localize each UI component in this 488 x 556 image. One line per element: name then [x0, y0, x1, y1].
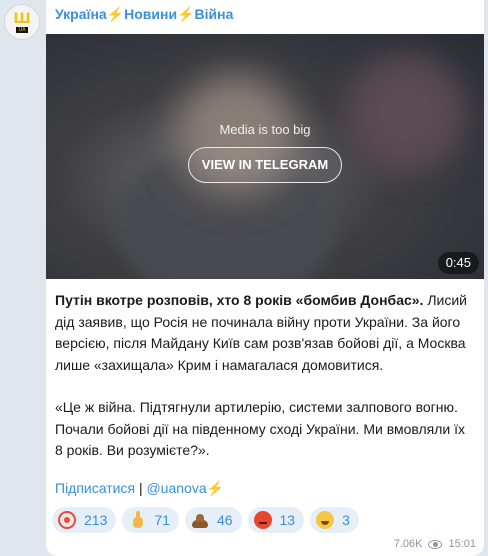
view-in-telegram-button[interactable]: VIEW IN TELEGRAM — [188, 147, 342, 183]
reaction-angry[interactable]: 13 — [247, 507, 305, 533]
reaction-middle-finger[interactable]: 71 — [122, 507, 179, 533]
link-separator: | — [138, 480, 143, 496]
video-thumbnail-blur — [346, 54, 466, 174]
reaction-grin[interactable]: 3 — [310, 507, 359, 533]
reaction-count: 46 — [216, 512, 233, 528]
eye-icon — [428, 539, 443, 549]
message-meta: 7.06K 15:01 — [394, 538, 476, 550]
message-text: Путін вкотре розповів, хто 8 років «бомб… — [55, 290, 475, 462]
message-quote: «Це ж війна. Підтягнули артилерію, систе… — [55, 399, 466, 458]
grinning-face-icon — [316, 511, 335, 529]
video-preview[interactable]: Media is too big VIEW IN TELEGRAM 0:45 — [46, 34, 484, 279]
message-headline: Путін вкотре розповів, хто 8 років «бомб… — [55, 292, 424, 308]
middle-finger-icon — [128, 511, 146, 529]
reaction-count: 71 — [154, 512, 170, 528]
media-too-big-note: Media is too big — [219, 122, 311, 137]
message-links: Підписатися | @uanova⚡ — [55, 480, 224, 497]
channel-name[interactable]: Україна⚡Новини⚡Війна — [55, 6, 233, 23]
poop-icon — [191, 511, 209, 529]
view-count: 7.06K — [393, 538, 423, 550]
clown-face-icon — [58, 511, 76, 529]
channel-handle-link[interactable]: @uanova⚡ — [146, 480, 224, 496]
avatar-banner: UA — [16, 26, 28, 33]
channel-avatar[interactable]: Ш UA — [4, 4, 40, 40]
angry-face-icon — [253, 511, 272, 529]
trident-logo-icon: Ш — [13, 10, 31, 27]
reaction-clown[interactable]: 213 — [52, 507, 117, 533]
message-paragraph: Путін вкотре розповів, хто 8 років «бомб… — [55, 290, 475, 376]
subscribe-link[interactable]: Підписатися — [55, 480, 135, 496]
reactions-bar: 213 71 46 13 3 — [52, 507, 359, 533]
reaction-count: 213 — [84, 512, 108, 528]
reaction-count: 13 — [279, 512, 296, 528]
message-bubble: Україна⚡Новини⚡Війна Media is too big VI… — [46, 0, 484, 556]
message-time: 15:01 — [448, 538, 476, 550]
reaction-poop[interactable]: 46 — [184, 507, 242, 533]
reaction-count: 3 — [342, 512, 350, 528]
video-duration-badge: 0:45 — [437, 252, 479, 274]
